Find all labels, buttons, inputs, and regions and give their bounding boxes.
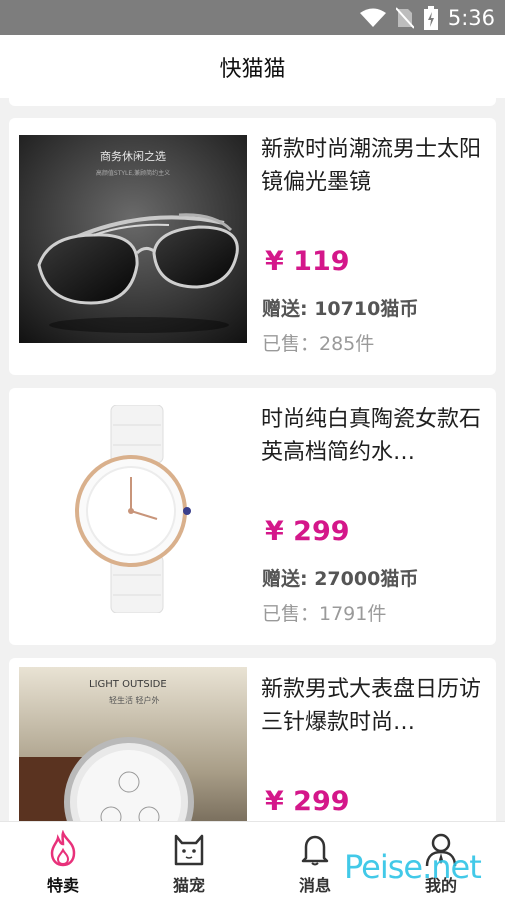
product-image-sunglasses[interactable]: 商务休闲之选 高颜值STYLE,兼顾简约主义	[19, 135, 247, 343]
product-name[interactable]: 新款男式大表盘日历访三针爆款时尚…	[261, 673, 491, 739]
product-card[interactable]: 商务休闲之选 高颜值STYLE,兼顾简约主义 新款时尚潮流男士太阳镜偏光墨镜 ¥…	[9, 118, 496, 375]
tab-sale[interactable]: 特卖	[0, 822, 126, 899]
previous-card-edge	[9, 98, 496, 106]
app-header: 快猫猫	[0, 35, 505, 98]
status-bar: 5:36	[0, 0, 505, 35]
status-time: 5:36	[447, 6, 495, 30]
tab-label: 猫宠	[172, 876, 205, 895]
image-subcaption: 高颜值STYLE,兼顾简约主义	[96, 169, 170, 177]
wifi-icon	[359, 8, 386, 27]
product-sold-count: 已售：1791件	[262, 603, 387, 625]
product-gift-coins: 赠送: 10710猫币	[262, 298, 419, 320]
cat-icon	[174, 834, 204, 866]
product-name[interactable]: 新款时尚潮流男士太阳镜偏光墨镜	[261, 133, 491, 199]
product-image-mens-watch[interactable]: LIGHT OUTSIDE 轻生活 轻户外	[19, 667, 247, 821]
tab-cat-pets[interactable]: 猫宠	[126, 822, 252, 899]
page-title: 快猫猫	[219, 57, 286, 82]
tab-label: 特卖	[46, 876, 79, 895]
battery-charging-icon	[423, 6, 438, 30]
image-caption: 商务休闲之选	[100, 149, 166, 163]
watermark-logo: Peise.net	[344, 848, 482, 886]
product-list[interactable]: 商务休闲之选 高颜值STYLE,兼顾简约主义 新款时尚潮流男士太阳镜偏光墨镜 ¥…	[0, 98, 505, 821]
no-sim-icon	[395, 7, 414, 29]
product-gift-coins: 赠送: 27000猫币	[262, 568, 419, 590]
status-icons: 5:36	[359, 6, 495, 30]
flame-icon	[50, 830, 76, 867]
product-price: ¥ 119	[265, 246, 350, 277]
image-caption: LIGHT OUTSIDE	[89, 679, 167, 690]
bell-icon	[301, 835, 329, 866]
product-price: ¥ 299	[265, 786, 350, 817]
product-name[interactable]: 时尚纯白真陶瓷女款石英高档简约水…	[261, 403, 491, 469]
product-price: ¥ 299	[265, 516, 350, 547]
image-subcaption: 轻生活 轻户外	[109, 695, 160, 705]
product-image-ceramic-watch[interactable]	[19, 405, 247, 613]
product-card[interactable]: LIGHT OUTSIDE 轻生活 轻户外 新款男式大表盘日历访三针爆款时尚… …	[9, 658, 496, 821]
product-sold-count: 已售：285件	[262, 333, 375, 355]
product-card[interactable]: 时尚纯白真陶瓷女款石英高档简约水… ¥ 299 赠送: 27000猫币 已售：1…	[9, 388, 496, 645]
